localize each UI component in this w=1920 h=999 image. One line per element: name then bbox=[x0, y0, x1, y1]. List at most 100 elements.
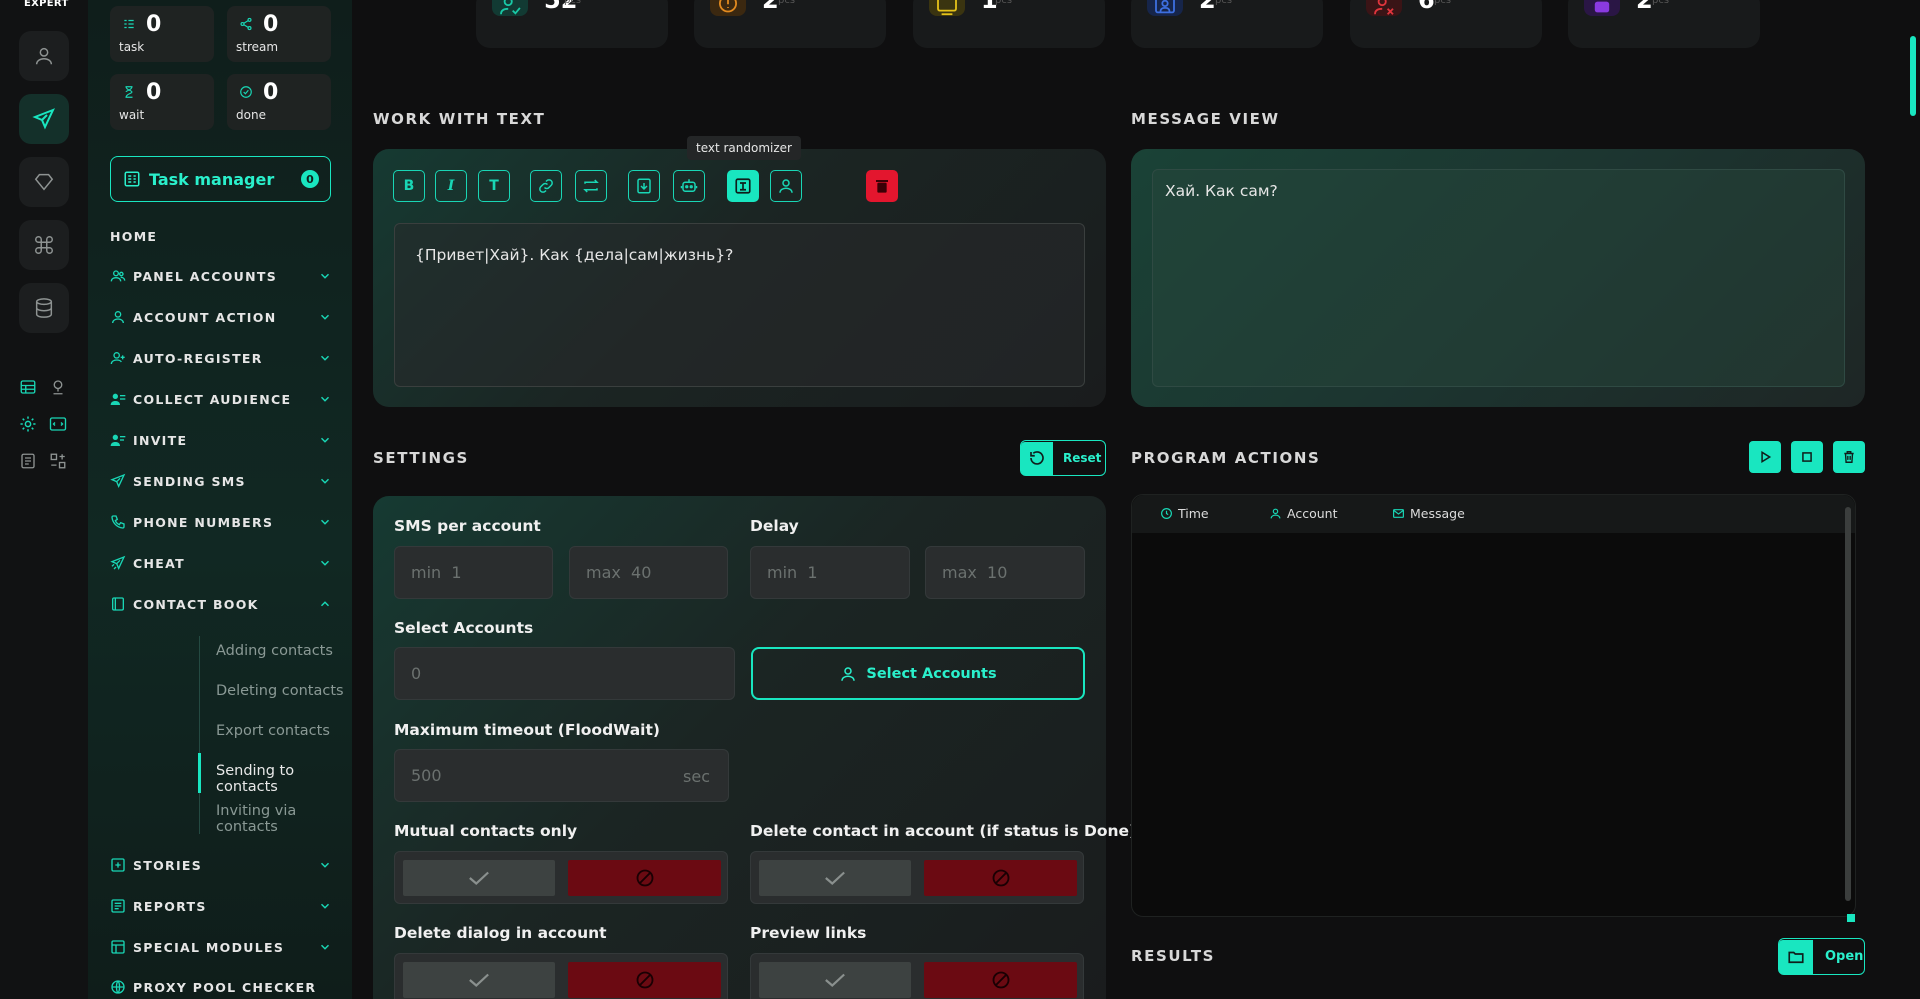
delete-contact-label: Delete contact in account (if status is … bbox=[750, 822, 1137, 840]
toggle-no-button[interactable] bbox=[924, 962, 1077, 998]
clear-text-button[interactable] bbox=[866, 170, 898, 202]
col-message: Message bbox=[1392, 506, 1465, 521]
rail-diamond-button[interactable] bbox=[19, 157, 69, 207]
toggle-yes-button[interactable] bbox=[759, 962, 911, 998]
select-accounts-button[interactable]: Select Accounts bbox=[751, 647, 1085, 700]
toggle-no-button[interactable] bbox=[568, 860, 721, 896]
alert-screen-icon bbox=[929, 0, 965, 16]
toggle-yes-button[interactable] bbox=[759, 860, 911, 896]
nav-reports[interactable]: REPORTS bbox=[110, 894, 332, 918]
italic-button[interactable]: I bbox=[435, 170, 467, 202]
plus-square-icon bbox=[111, 858, 125, 872]
timeout-input[interactable]: 500 sec bbox=[394, 749, 729, 802]
link-icon bbox=[539, 179, 553, 193]
rail-list-button[interactable] bbox=[17, 450, 39, 472]
stat-stream: 0 stream bbox=[227, 6, 331, 62]
start-button[interactable] bbox=[1749, 441, 1781, 473]
col-time: Time bbox=[1160, 506, 1209, 521]
delay-min-input[interactable]: min 1 bbox=[750, 546, 910, 599]
rail-accounts-button[interactable] bbox=[19, 31, 69, 81]
mail-icon bbox=[1393, 509, 1404, 518]
chevron-down-icon bbox=[320, 519, 330, 525]
work-with-text-title: WORK WITH TEXT bbox=[373, 110, 546, 128]
sms-min-input[interactable]: min 1 bbox=[394, 546, 553, 599]
nav-special-modules[interactable]: SPECIAL MODULES bbox=[110, 935, 332, 959]
sub-inviting-via-contacts[interactable]: Inviting via contacts bbox=[216, 803, 352, 835]
rail-send-button[interactable] bbox=[19, 94, 69, 144]
toggle-no-button[interactable] bbox=[568, 962, 721, 998]
rail-grid-button[interactable] bbox=[47, 450, 69, 472]
toggle-no-button[interactable] bbox=[924, 860, 1077, 896]
top-stat-card: 2 pcs bbox=[694, 0, 886, 48]
nav-account-action[interactable]: ACCOUNT ACTION bbox=[110, 305, 332, 329]
sub-sending-to-contacts[interactable]: Sending to contacts bbox=[216, 763, 352, 795]
toggle-yes-button[interactable] bbox=[403, 860, 555, 896]
nav-collect-audience[interactable]: COLLECT AUDIENCE bbox=[110, 387, 332, 411]
nav-stories[interactable]: STORIES bbox=[110, 853, 332, 877]
toggle-yes-button[interactable] bbox=[403, 962, 555, 998]
check-icon bbox=[469, 871, 489, 885]
proxy-icon bbox=[111, 980, 125, 994]
nav-panel-accounts[interactable]: PANEL ACCOUNTS bbox=[110, 264, 332, 288]
italic-icon: I bbox=[447, 178, 455, 194]
nav-invite[interactable]: INVITE bbox=[110, 428, 332, 452]
link-button[interactable] bbox=[530, 170, 562, 202]
sms-per-account-label: SMS per account bbox=[394, 517, 541, 535]
chevron-down-icon bbox=[320, 396, 330, 402]
nav-cheat[interactable]: CHEAT bbox=[110, 551, 332, 575]
stop-button[interactable] bbox=[1791, 441, 1823, 473]
reset-button[interactable]: Reset bbox=[1020, 440, 1106, 476]
nav-phone-numbers[interactable]: PHONE NUMBERS bbox=[110, 510, 332, 534]
nav-contact-book[interactable]: CONTACT BOOK bbox=[110, 592, 332, 616]
selected-accounts-count: 0 bbox=[394, 647, 735, 700]
rail-location-button[interactable] bbox=[47, 376, 69, 398]
rail-code-button[interactable] bbox=[47, 413, 69, 435]
nav-sending-sms[interactable]: SENDING SMS bbox=[110, 469, 332, 493]
audience-icon bbox=[110, 393, 126, 405]
message-template-input[interactable]: {Привет|Хай}. Как {дела|сам|жизнь}? bbox=[394, 223, 1085, 387]
rail-command-button[interactable] bbox=[19, 220, 69, 270]
robot-icon bbox=[680, 179, 698, 192]
user-icon bbox=[779, 179, 793, 193]
invite-icon bbox=[110, 434, 126, 446]
sms-max-input[interactable]: max 40 bbox=[569, 546, 728, 599]
delay-max-input[interactable]: max 10 bbox=[925, 546, 1085, 599]
sub-adding-contacts[interactable]: Adding contacts bbox=[216, 643, 333, 659]
repeat-button[interactable] bbox=[575, 170, 607, 202]
program-log: Time Account Message bbox=[1131, 494, 1856, 922]
forbidden-icon bbox=[992, 869, 1009, 887]
stat-wait: 0 wait bbox=[110, 74, 214, 130]
page-scrollbar[interactable] bbox=[1910, 36, 1916, 116]
document-list-icon bbox=[21, 453, 35, 469]
rail-settings-button[interactable] bbox=[17, 413, 39, 435]
nav-auto-register[interactable]: AUTO-REGISTER bbox=[110, 346, 332, 370]
top-stat-card: 2 pcs bbox=[1568, 0, 1760, 48]
clear-log-button[interactable] bbox=[1833, 441, 1865, 473]
resize-handle[interactable] bbox=[1847, 914, 1855, 922]
rail-database-button[interactable] bbox=[19, 283, 69, 333]
icon-rail: EXPERT bbox=[0, 0, 88, 999]
text-randomizer-button[interactable] bbox=[727, 170, 759, 202]
open-results-button[interactable]: Open bbox=[1778, 938, 1865, 975]
sub-deleting-contacts[interactable]: Deleting contacts bbox=[216, 683, 344, 699]
nav-home[interactable]: HOME bbox=[110, 229, 157, 244]
task-manager-button[interactable]: Task manager 0 bbox=[110, 156, 331, 202]
ai-bot-button[interactable] bbox=[673, 170, 705, 202]
active-users-icon bbox=[492, 0, 528, 16]
mutual-contacts-label: Mutual contacts only bbox=[394, 822, 578, 840]
program-actions-title: PROGRAM ACTIONS bbox=[1131, 449, 1321, 467]
settings-title: SETTINGS bbox=[373, 449, 469, 467]
log-scrollbar[interactable] bbox=[1845, 507, 1851, 901]
sidebar: 0 task 0 stream 0 wait 0 done Task manag… bbox=[88, 0, 352, 999]
sub-export-contacts[interactable]: Export contacts bbox=[216, 723, 330, 739]
bold-button[interactable]: B bbox=[393, 170, 425, 202]
insert-user-button[interactable] bbox=[770, 170, 802, 202]
top-stat-card: 6 pcs bbox=[1350, 0, 1542, 48]
text-button[interactable]: T bbox=[478, 170, 510, 202]
nav-proxy-pool-checker[interactable]: PROXY POOL CHECKER bbox=[110, 975, 332, 999]
log-header: Time Account Message bbox=[1132, 495, 1855, 533]
import-file-button[interactable] bbox=[628, 170, 660, 202]
check-icon bbox=[825, 973, 845, 987]
rail-table-button[interactable] bbox=[17, 376, 39, 398]
table-icon bbox=[20, 380, 36, 394]
